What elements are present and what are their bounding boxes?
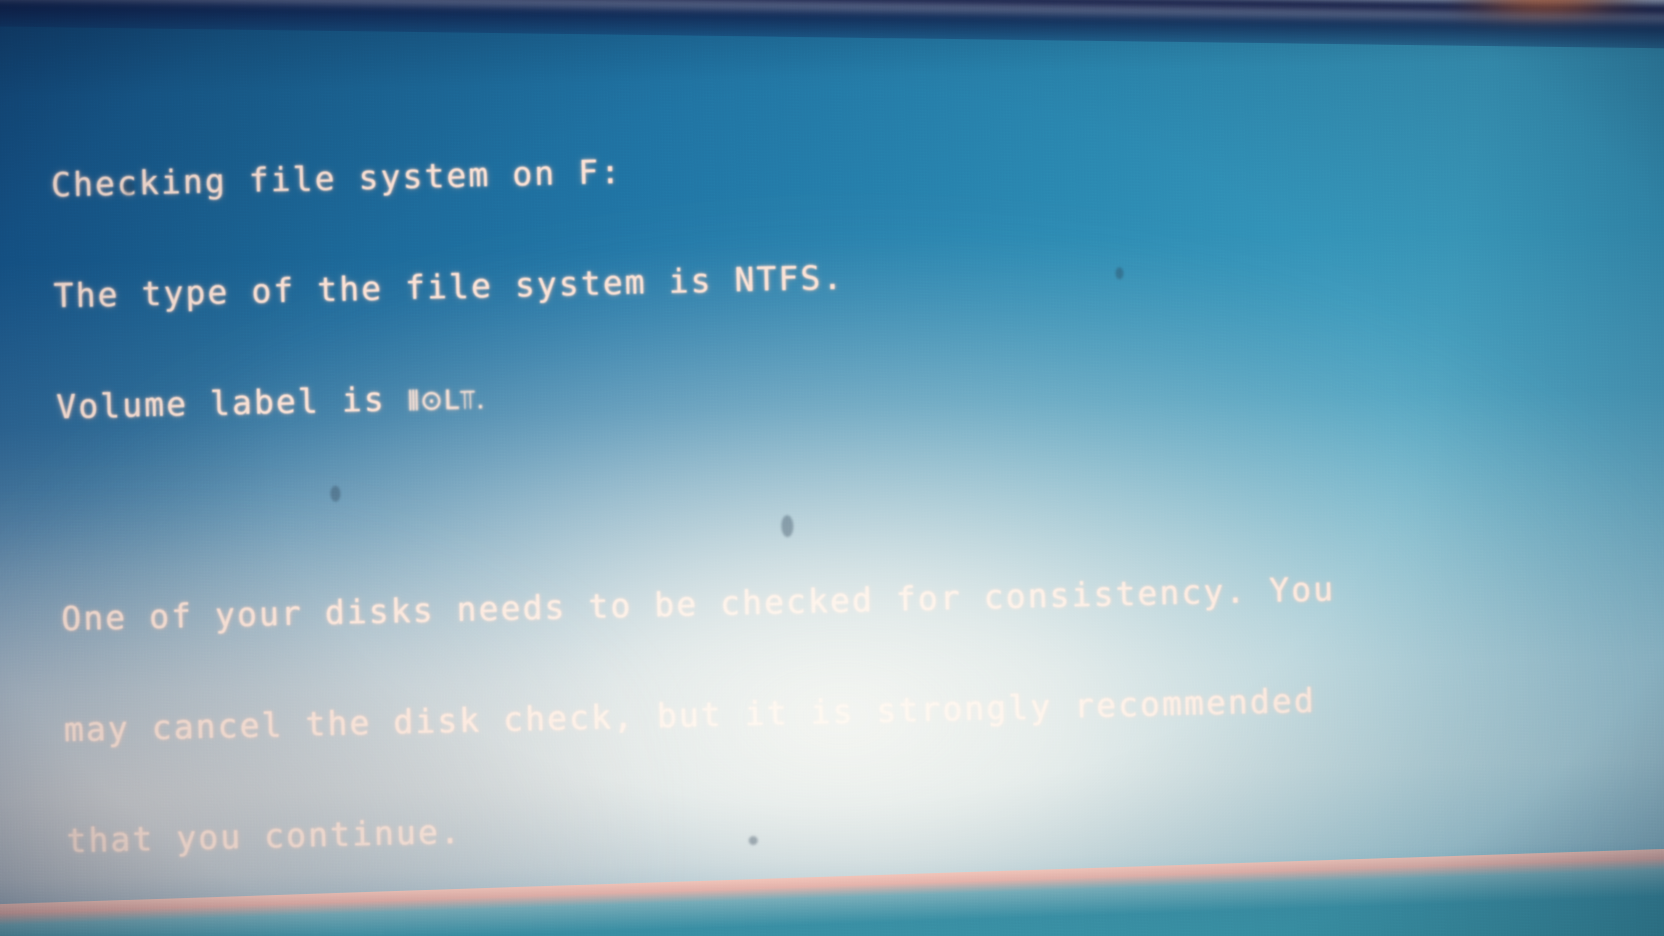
console-line-checking: Checking file system on F: [50, 151, 623, 205]
console-line-skip-prompt: To skip disk checking, press any key wit… [69, 896, 1629, 936]
console-line-notice-2: may cancel the disk check, but it is str… [63, 680, 1317, 750]
console-text-area: Checking file system on F: The type of t… [0, 0, 1664, 936]
console-line-notice-1: One of your disks needs to be checked fo… [60, 569, 1336, 639]
volume-label-glyphs: ⫴⊙L⫪. [407, 384, 486, 418]
chkdsk-console-text: Checking file system on F: The type of t… [49, 56, 1631, 936]
console-line-fs-type: The type of the file system is NTFS. [53, 257, 845, 316]
photo-of-monitor: Checking file system on F: The type of t… [0, 0, 1664, 936]
console-line-volume-label: Volume label is ⫴⊙L⫪. [55, 352, 1616, 427]
volume-label-prefix-text: Volume label is [55, 379, 409, 427]
console-line-notice-3: that you continue. [66, 811, 463, 861]
monitor-screen: Checking file system on F: The type of t… [0, 0, 1664, 936]
